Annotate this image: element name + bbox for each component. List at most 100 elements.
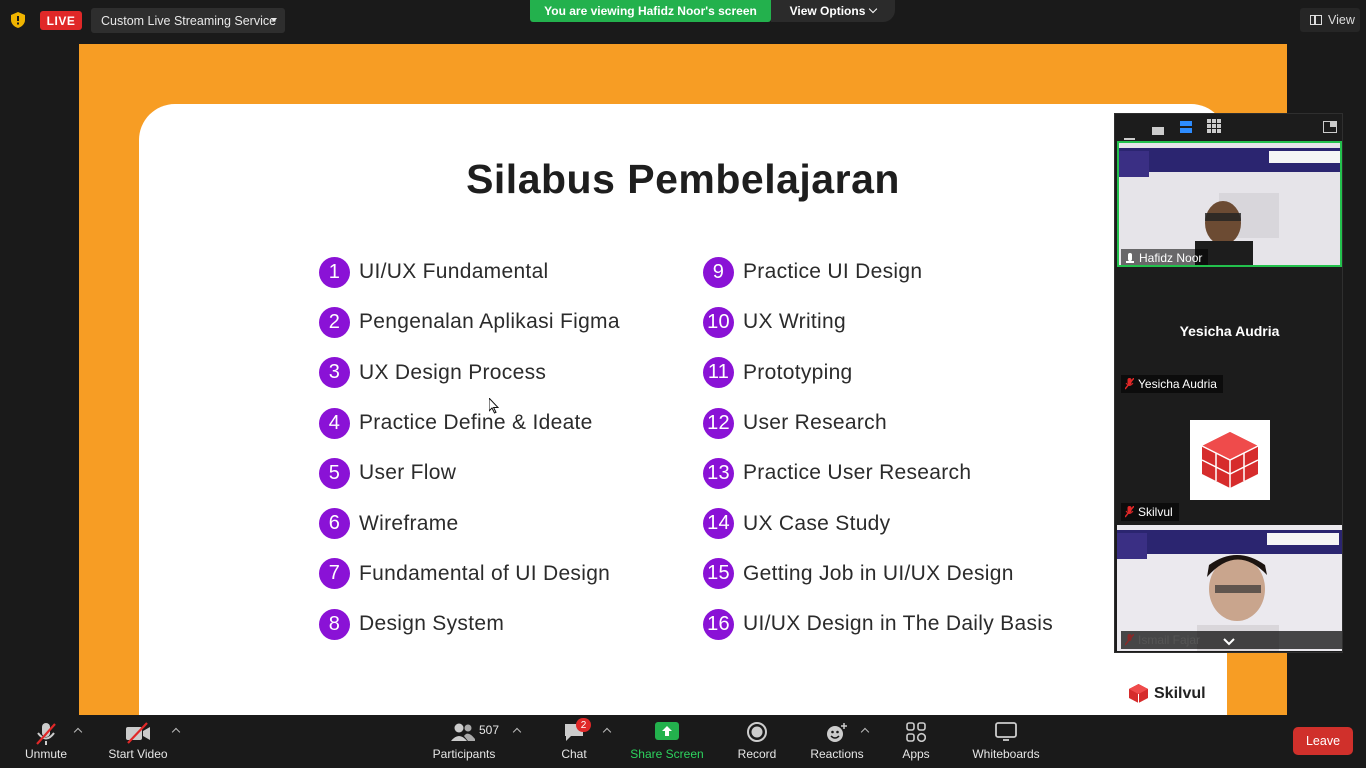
syllabus-item-label: Prototyping [743,360,853,384]
stream-service-dropdown[interactable]: Custom Live Streaming Service [91,8,285,33]
view-options-label: View Options [789,4,866,18]
syllabus-item-label: Practice Define & Ideate [359,411,593,435]
mic-muted-icon [1125,506,1134,518]
syllabus-item: 2 Pengenalan Aplikasi Figma [319,297,620,347]
syllabus-item-number: 10 [703,306,734,338]
whiteboard-icon [995,722,1017,741]
apps-button[interactable]: Apps [899,715,933,768]
syllabus-item-number: 15 [703,558,734,590]
syllabus-item-label: Practice UI Design [743,260,923,284]
syllabus-list-right: 9 Practice UI Design 10 UX Writing 11 Prototy… [703,247,1053,649]
hide-video-icon[interactable] [1152,123,1164,141]
participant-gallery: Hafidz Noor Yesicha Audria Yesicha Audri… [1114,113,1343,653]
live-badge[interactable]: LIVE [40,11,82,30]
unmute-button[interactable]: Unmute [22,715,70,768]
syllabus-item-number: 13 [703,457,734,489]
reactions-button[interactable]: Reactions [809,715,865,768]
participant-name: Ismail Fajar [1138,633,1201,647]
syllabus-item-label: User Flow [359,461,457,485]
view-button[interactable]: View [1300,8,1360,32]
participant-display-name: Yesicha Audria [1179,323,1280,339]
record-label: Record [737,747,777,761]
brand-name: Skilvul [1154,684,1206,702]
start-video-label: Start Video [108,747,168,761]
syllabus-item-number: 6 [319,508,350,540]
syllabus-item-number: 1 [319,256,350,288]
gallery-grid-icon[interactable] [1207,119,1221,138]
syllabus-item-number: 14 [703,508,734,540]
security-shield-icon[interactable] [11,12,25,28]
syllabus-item-label: User Research [743,411,887,435]
syllabus-item: 11 Prototyping [703,348,1053,398]
skilvul-logo: Skilvul [1128,683,1206,704]
skilvul-cube-icon [1129,684,1148,703]
syllabus-item: 6 Wireframe [319,498,620,548]
chevron-down-icon [869,4,878,14]
syllabus-item-label: UX Design Process [359,360,547,384]
scroll-down-chevron-icon[interactable] [1223,633,1235,651]
syllabus-item-number: 4 [319,407,350,439]
syllabus-item: 3 UX Design Process [319,348,620,398]
syllabus-item-number: 7 [319,558,350,590]
shared-screen [79,44,1287,715]
chat-options-chevron-icon[interactable] [602,727,612,737]
viewing-screen-banner: You are viewing Hafidz Noor's screen [530,0,771,22]
syllabus-item: 13 Practice User Research [703,448,1053,498]
caret-down-icon [271,18,277,22]
participant-name-tag: Hafidz Noor [1121,249,1209,265]
participant-tile-video[interactable]: Hafidz Noor [1117,141,1342,267]
participants-count: 507 [479,723,500,737]
syllabus-item-label: Wireframe [359,511,459,535]
leave-button[interactable]: Leave [1293,727,1353,755]
view-label: View [1328,13,1355,27]
participants-options-chevron-icon[interactable] [512,727,522,737]
chat-button[interactable]: 2 Chat [556,715,592,768]
syllabus-item: 14 UX Case Study [703,498,1053,548]
syllabus-item: 10 UX Writing [703,297,1053,347]
record-button[interactable]: Record [736,715,778,768]
video-options-chevron-icon[interactable] [171,727,181,737]
whiteboards-label: Whiteboards [972,747,1040,761]
syllabus-item-label: UX Case Study [743,511,891,535]
syllabus-item: 16 UI/UX Design in The Daily Basis [703,599,1053,649]
syllabus-item-label: Practice User Research [743,461,972,485]
syllabus-item: 15 Getting Job in UI/UX Design [703,549,1053,599]
gallery-toolbar [1115,114,1342,140]
participant-name-tag: Yesicha Audria [1121,375,1223,393]
view-options-button[interactable]: View Options [771,0,895,22]
syllabus-item-label: UI/UX Fundamental [359,260,549,284]
record-icon [747,722,767,742]
share-screen-icon [655,722,679,740]
syllabus-item-label: Getting Job in UI/UX Design [743,561,1014,585]
mic-muted-icon [36,723,56,745]
participants-button[interactable]: 507 Participants [431,715,500,768]
syllabus-item-label: Fundamental of UI Design [359,561,611,585]
participant-tile-avatar[interactable]: Yesicha Audria Yesicha Audria [1117,269,1342,395]
participant-name: Yesicha Audria [1138,377,1217,391]
syllabus-item-label: UX Writing [743,310,846,334]
syllabus-item-number: 16 [703,608,734,640]
apps-icon [906,722,926,742]
syllabus-item: 12 User Research [703,398,1053,448]
share-screen-label: Share Screen [630,747,704,761]
audio-options-chevron-icon[interactable] [73,727,83,737]
meeting-toolbar: Unmute Start Video 507 Participants 2 Ch… [0,715,1366,768]
skilvul-avatar [1190,420,1270,500]
share-screen-button[interactable]: Share Screen [630,715,704,768]
syllabus-item: 9 Practice UI Design [703,247,1053,297]
start-video-button[interactable]: Start Video [106,715,170,768]
speaker-view-icon[interactable] [1180,120,1192,138]
participants-label: Participants [432,747,496,761]
syllabus-item-label: Design System [359,612,505,636]
zoom-meeting-window: LIVE Custom Live Streaming Service You a… [0,0,1366,768]
syllabus-item-label: Pengenalan Aplikasi Figma [359,310,620,334]
syllabus-list-left: 1 UI/UX Fundamental 2 Pengenalan Aplikasi F… [319,247,620,649]
grid-view-icon [1310,14,1322,25]
syllabus-item: 4 Practice Define & Ideate [319,398,620,448]
exit-fullscreen-icon[interactable] [1323,120,1337,138]
raised-hand-icon [1126,253,1134,263]
whiteboards-button[interactable]: Whiteboards [970,715,1042,768]
stream-service-label: Custom Live Streaming Service [101,13,277,28]
syllabus-item-number: 9 [703,256,734,288]
syllabus-item-number: 8 [319,608,350,640]
